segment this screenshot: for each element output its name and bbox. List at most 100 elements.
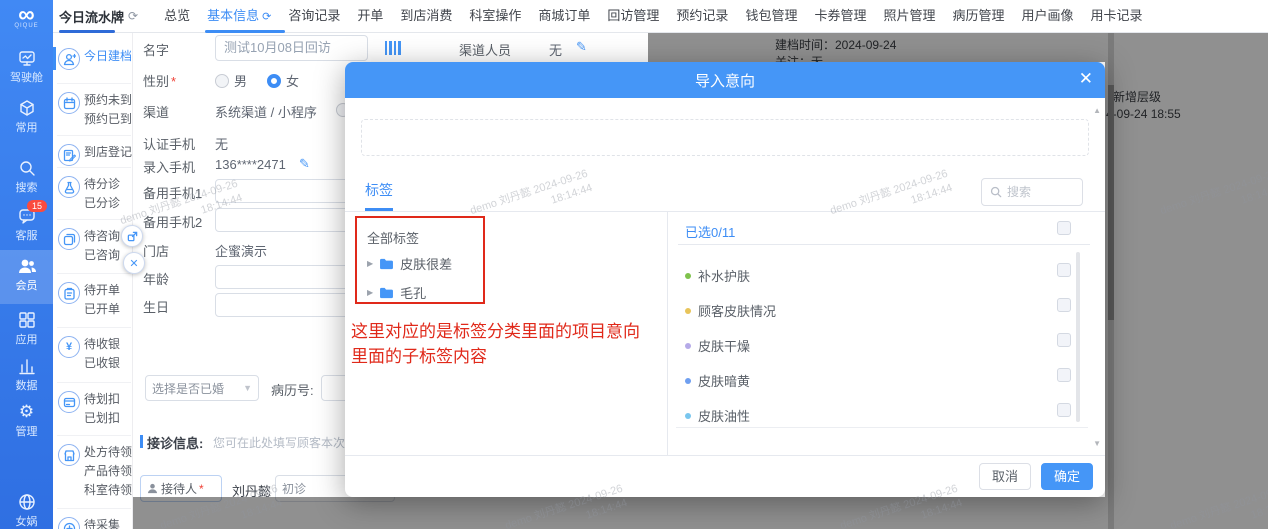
sidebar-item-data[interactable]: 数据 [0,356,53,393]
collect-icon [58,517,80,529]
gender-male-radio[interactable]: 男 [215,71,247,90]
tag-item[interactable]: 皮肤暗黄 [685,371,750,390]
open-window-icon [127,231,138,242]
gear-icon: ⚙ [0,402,53,422]
tab-card-usage[interactable]: 用卡记录 [1091,0,1143,33]
backup-phone1-label: 备用手机1 [143,183,202,202]
page-header: 今日流水牌 ⟳ 总览 基本信息⟳ 咨询记录 开单 到店消费 科室操作 商城订单 … [53,0,1268,33]
channel-value: 系统渠道 / 小程序 [215,102,317,121]
sidebar-item-settings[interactable]: ⚙ 管理 [0,402,53,439]
folder-icon [379,258,394,270]
list-scrollbar[interactable] [1076,252,1080,422]
confirm-button[interactable]: 确定 [1041,463,1093,490]
queue-item-cashier[interactable]: ¥ 待收银已收银 [53,335,133,373]
modal-backdrop-top [648,33,1105,62]
close-helper-button[interactable]: ✕ [123,252,145,274]
tab-overview[interactable]: 总览 [164,0,190,33]
tree-node-bad-skin[interactable]: ▶ 皮肤很差 [367,254,452,273]
tab-photos[interactable]: 照片管理 [883,0,935,33]
queue-item-collect[interactable]: 待采集 [53,516,133,529]
name-input[interactable]: 测试10月08日回访 [215,35,368,61]
caret-right-icon[interactable]: ▶ [367,259,373,268]
tab-store-consumption[interactable]: 到店消费 [400,0,452,33]
gender-label: 性别* [143,71,176,90]
tag-checkbox[interactable] [1057,333,1071,347]
board-refresh-icon[interactable]: ⟳ [128,9,138,23]
queue-item-deduction[interactable]: 待划扣已划扣 [53,390,133,428]
channel-staff-label: 渠道人员 [459,40,511,59]
tab-department-ops[interactable]: 科室操作 [469,0,521,33]
divider [676,427,1088,428]
chevron-down-icon: ▼ [243,383,252,393]
mini-window-button[interactable] [121,225,143,247]
sidebar-item-search[interactable]: 搜索 [0,158,53,195]
tag-checkbox[interactable] [1057,263,1071,277]
tab-coupons[interactable]: 卡券管理 [814,0,866,33]
selected-tags-dropzone[interactable] [361,119,1089,156]
selected-count: 已选0/11 [685,222,735,241]
tab-billing[interactable]: 开单 [357,0,383,33]
scroll-up-icon[interactable]: ▲ [1093,106,1101,115]
tab-consult-records[interactable]: 咨询记录 [288,0,340,33]
sidebar-item-support[interactable]: 15 客服 [0,206,53,243]
tree-node-pores[interactable]: ▶ 毛孔 [367,283,426,302]
queue-item-triage[interactable]: 待分诊已分诊 [53,175,133,213]
caret-right-icon[interactable]: ▶ [367,288,373,297]
tab-mall-orders[interactable]: 商城订单 [538,0,590,33]
queue-item-today-filed[interactable]: 今日建档 [53,47,133,70]
sidebar-item-cockpit[interactable]: 驾驶舱 [0,48,53,85]
age-label: 年龄 [143,269,169,288]
tab-wallet[interactable]: 钱包管理 [745,0,797,33]
cancel-button[interactable]: 取消 [979,463,1031,490]
edit-entry-phone-icon[interactable]: ✎ [299,156,310,172]
edit-channel-staff-icon[interactable]: ✎ [576,39,587,55]
queue-item-checkin[interactable]: 到店登记 [53,143,133,166]
barcode-icon[interactable] [385,41,402,55]
members-icon [0,256,53,276]
sidebar-item-members[interactable]: 会员 [0,250,53,304]
register-icon [58,144,80,166]
tab-basic-info[interactable]: 基本信息⟳ [207,0,271,33]
tag-item[interactable]: 顾客皮肤情况 [685,301,776,320]
tab-appointments[interactable]: 预约记录 [676,0,728,33]
detail-tabs: 总览 基本信息⟳ 咨询记录 开单 到店消费 科室操作 商城订单 回访管理 预约记… [164,0,1142,33]
tab-medical-records[interactable]: 病历管理 [952,0,1004,33]
monitor-icon [0,48,53,68]
primary-sidebar: ∞ QIQUE 驾驶舱 常用 搜索 15 客服 [0,0,53,529]
tag-item[interactable]: 皮肤干燥 [685,336,750,355]
close-icon: ✕ [129,257,138,270]
modal-panes: 全部标签 ▶ 皮肤很差 ▶ 毛孔 这里对应的是标签分类里面的项目意向里面的子标签… [345,212,1105,455]
gender-female-radio[interactable]: 女 [267,71,299,90]
select-all-checkbox[interactable] [1057,221,1071,235]
sidebar-item-nuwa[interactable]: 女娲 [0,492,53,529]
channel-label: 渠道 [143,102,169,121]
tag-item[interactable]: 皮肤油性 [685,406,750,425]
sidebar-item-common[interactable]: 常用 [0,98,53,135]
tab-followup[interactable]: 回访管理 [607,0,659,33]
radio-checked-icon [267,74,281,88]
person-add-icon [58,48,80,70]
card-icon [58,391,80,413]
modal-close-icon[interactable]: ✕ [1079,69,1093,89]
import-intent-modal: 导入意向 ✕ ▲ 标签 全部标签 ▶ 皮肤很差 ▶ [345,62,1105,497]
backup-phone2-label: 备用手机2 [143,212,202,231]
store-icon [58,444,80,466]
queue-item-pickup[interactable]: 处方待领产品待领科室待领 [53,443,133,500]
radio-unchecked-icon [215,74,229,88]
sidebar-item-apps[interactable]: 应用 [0,310,53,347]
tab-tags[interactable]: 标签 [365,180,393,200]
modal-header: 导入意向 ✕ [345,62,1105,98]
queue-item-appointments[interactable]: 预约未到预约已到 [53,91,133,129]
tag-search-box[interactable] [981,178,1083,206]
scroll-down-icon[interactable]: ▼ [1093,439,1101,448]
tag-search-input[interactable] [1007,185,1071,199]
grid-icon [0,310,53,330]
tag-checkbox[interactable] [1057,298,1071,312]
tag-item[interactable]: 补水护肤 [685,266,750,285]
tag-checkbox[interactable] [1057,368,1071,382]
marital-select[interactable]: 选择是否已婚▼ [145,375,259,401]
tag-checkbox[interactable] [1057,403,1071,417]
tab-user-profile[interactable]: 用户画像 [1022,0,1074,33]
board-underline [59,30,115,33]
queue-item-billing[interactable]: 待开单已开单 [53,281,133,319]
